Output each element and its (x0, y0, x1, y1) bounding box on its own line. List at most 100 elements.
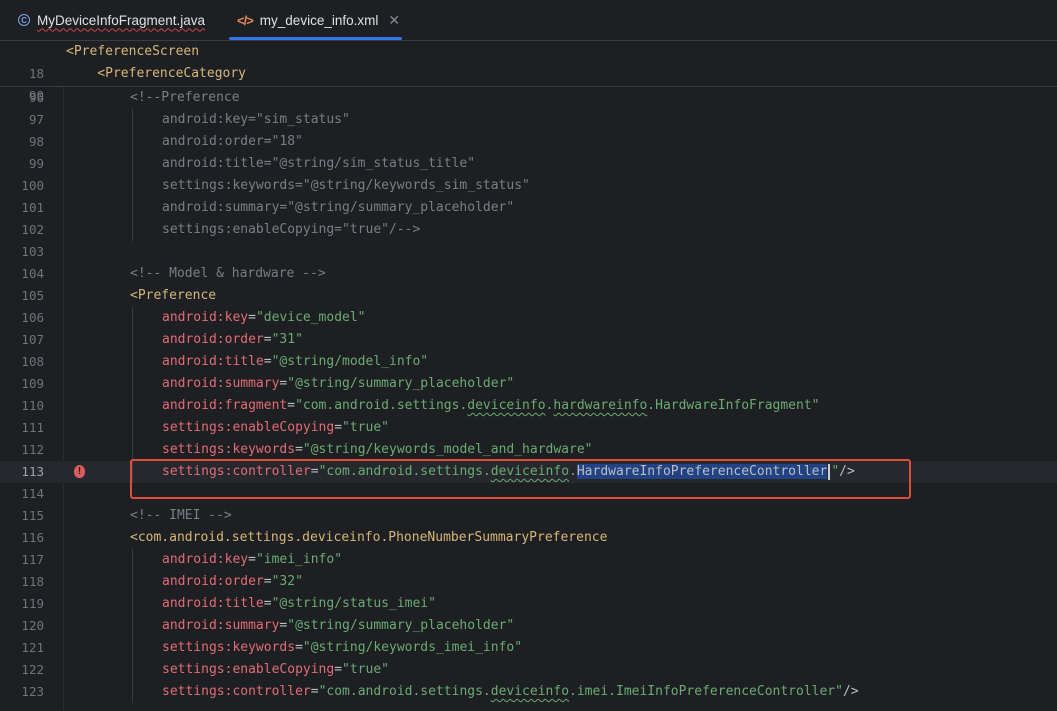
code-token: "imei_info" (255, 552, 343, 567)
line-number: 111 (21, 420, 44, 435)
indent-guide (132, 307, 133, 329)
code-text: <com.android.settings.deviceinfo.PhoneNu… (130, 527, 607, 549)
code-text: settings:enableCopying="true" (162, 417, 389, 439)
indent-guide (132, 637, 133, 659)
code-line[interactable]: 106 android:key="device_model" (0, 307, 1057, 329)
code-token: "device_model" (255, 310, 366, 325)
line-number: 104 (21, 266, 44, 281)
code-text: settings:enableCopying="true" (162, 659, 389, 681)
code-token: title (224, 596, 264, 611)
line-number: 123 (21, 684, 44, 699)
code-line[interactable]: 104 <!-- Model & hardware --> (0, 263, 1057, 285)
code-line[interactable]: 120 android:summary="@string/summary_plac… (0, 615, 1057, 637)
line-number: 103 (21, 244, 44, 259)
close-icon[interactable]: ✕ (388, 12, 400, 29)
code-token: android: (162, 398, 225, 413)
code-line[interactable]: 102 settings:enableCopying="true"/--> (0, 219, 1057, 241)
indent-guide (132, 549, 133, 571)
java-class-icon: C (18, 14, 30, 26)
line-number: 121 (21, 640, 44, 655)
indent-guide (132, 395, 133, 417)
code-line[interactable]: 97 android:key="sim_status" (0, 109, 1057, 131)
code-token: = (287, 398, 296, 413)
indent-guide (132, 615, 133, 637)
code-token: android: (162, 354, 225, 369)
sticky-line[interactable]: 18 <PreferenceScreen (0, 41, 1057, 81)
code-token: "true" (342, 420, 389, 435)
code-token: "31" (271, 332, 303, 347)
code-line[interactable]: 112 settings:keywords="@string/keywords_m… (0, 439, 1057, 461)
code-line[interactable]: 116 <com.android.settings.deviceinfo.Phon… (0, 527, 1057, 549)
code-token: settings:enableCopying="true"/--> (162, 222, 421, 237)
line-number: 106 (21, 310, 44, 325)
code-text: <!-- Model & hardware --> (130, 263, 326, 285)
line-number: 109 (21, 376, 44, 391)
tab-my-device-info-fragment-java[interactable]: C MyDeviceInfoFragment.java (10, 0, 220, 40)
code-line[interactable]: 121 settings:keywords="@string/keywords_i… (0, 637, 1057, 659)
code-token: "true" (342, 662, 389, 677)
code-text: android:key="imei_info" (162, 549, 342, 571)
code-text: android:key="device_model" (162, 307, 366, 329)
code-line[interactable]: 96 <!--Preference (0, 87, 1057, 109)
code-token: <!--Preference (130, 90, 240, 105)
code-text: settings:keywords="@string/keywords_mode… (162, 439, 593, 461)
code-token: settings: (162, 684, 233, 699)
code-token: <!-- Model & hardware --> (130, 266, 326, 281)
line-number: 102 (21, 222, 44, 237)
code-line[interactable]: 119 android:title="@string/status_imei" (0, 593, 1057, 615)
indent-guide (132, 439, 133, 461)
code-text: <!--Preference (130, 87, 240, 109)
sticky-line[interactable]: 90 <PreferenceCategory (0, 63, 1057, 103)
line-number: 117 (21, 552, 44, 567)
code-text: settings:keywords="@string/keywords_imei… (162, 637, 522, 659)
line-number: 120 (21, 618, 44, 633)
code-text: android:summary="@string/summary_placeho… (162, 373, 514, 395)
code-token: "com.android.settings. (295, 398, 468, 413)
highlight-annotation-box (130, 459, 911, 499)
code-line[interactable]: 98 android:order="18" (0, 131, 1057, 153)
code-line[interactable]: 110 android:fragment="com.android.setting… (0, 395, 1057, 417)
code-token: = (263, 354, 272, 369)
code-token: keywords (232, 640, 296, 655)
code-text: android:order="32" (162, 571, 303, 593)
code-token: <com.android.settings.deviceinfo.PhoneNu… (130, 530, 608, 545)
code-token: settings: (162, 640, 233, 655)
indent-guide (132, 681, 133, 703)
code-line[interactable]: 111 settings:enableCopying="true" (0, 417, 1057, 439)
code-line[interactable]: 100 settings:keywords="@string/keywords_s… (0, 175, 1057, 197)
code-token: "com.android.settings. (318, 684, 491, 699)
line-number: 100 (21, 178, 44, 193)
code-token: "@string/keywords_imei_info" (302, 640, 523, 655)
code-line[interactable]: 103 (0, 241, 1057, 263)
code-text: <!-- IMEI --> (130, 505, 232, 527)
code-text: android:order="31" (162, 329, 303, 351)
code-line[interactable]: 99 android:title="@string/sim_status_titl… (0, 153, 1057, 175)
code-line[interactable]: 105 <Preference (0, 285, 1057, 307)
code-line[interactable]: 122 settings:enableCopying="true" (0, 659, 1057, 681)
code-line[interactable]: 117 android:key="imei_info" (0, 549, 1057, 571)
line-number: 116 (21, 530, 44, 545)
code-token: settings: (162, 442, 233, 457)
code-token: android: (162, 596, 225, 611)
code-line[interactable]: 108 android:title="@string/model_info" (0, 351, 1057, 373)
code-token: = (248, 552, 256, 567)
code-line[interactable]: 123 settings:controller="com.android.sett… (0, 681, 1057, 703)
indent-guide (132, 131, 133, 153)
indent-guide (132, 417, 133, 439)
code-line[interactable]: 115 <!-- IMEI --> (0, 505, 1057, 527)
code-token: deviceinfo (490, 684, 570, 699)
line-number: 122 (21, 662, 44, 677)
line-number: 105 (21, 288, 44, 303)
indent-guide (132, 197, 133, 219)
code-text: settings:enableCopying="true"/--> (162, 219, 420, 241)
code-line[interactable]: 107 android:order="31" (0, 329, 1057, 351)
code-token: deviceinfo (467, 398, 546, 413)
code-token: <!-- IMEI --> (130, 508, 232, 523)
tab-my-device-info-xml[interactable]: </> my_device_info.xml ✕ (229, 0, 402, 40)
code-editor[interactable]: 96 <!--Preference 97 android:key="sim_statu… (0, 87, 1057, 711)
code-line[interactable]: 118 android:order="32" (0, 571, 1057, 593)
code-line[interactable]: 101 android:summary="@string/summary_plac… (0, 197, 1057, 219)
code-token: title (224, 354, 264, 369)
error-bulb-icon[interactable]: ! (74, 465, 85, 478)
code-line[interactable]: 109 android:summary="@string/summary_plac… (0, 373, 1057, 395)
